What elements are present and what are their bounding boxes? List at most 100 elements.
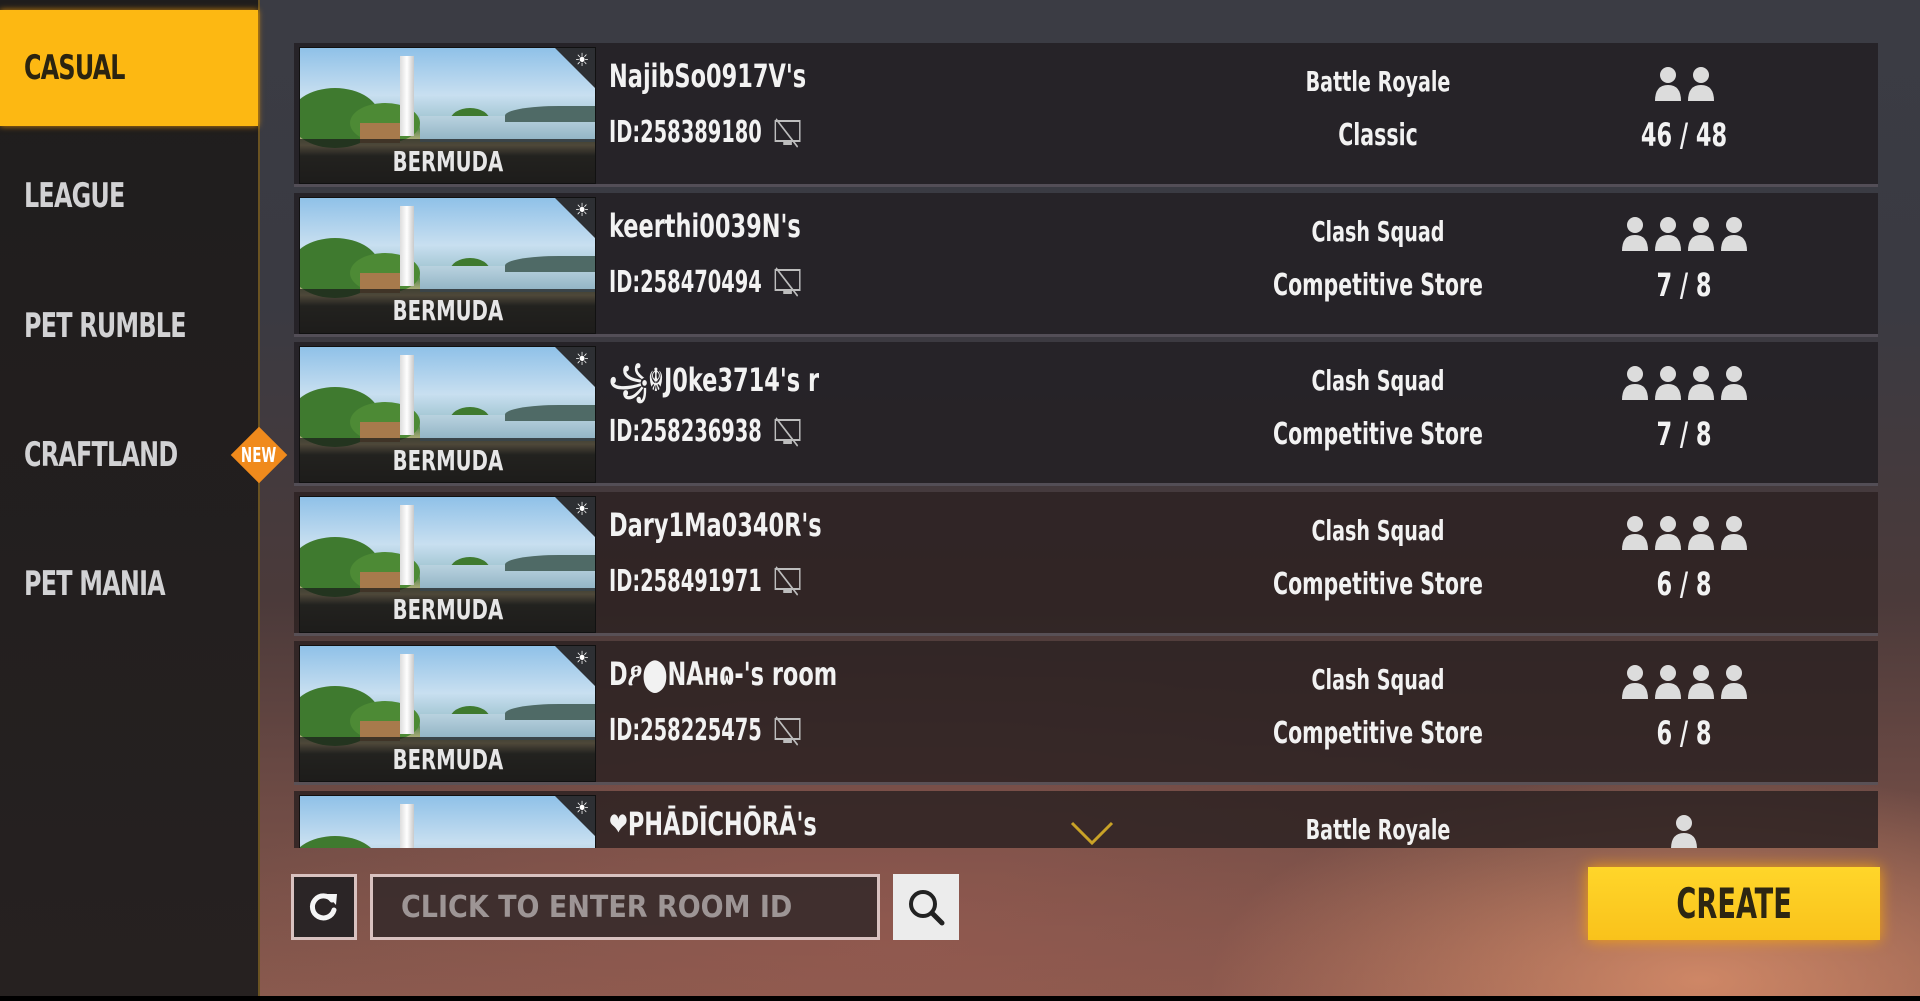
person-icon <box>1720 665 1747 699</box>
no-spectate-icon <box>774 416 801 447</box>
sidebar-item-label: PET MANIA <box>24 564 166 604</box>
person-icon <box>1621 216 1648 251</box>
player-icons <box>1584 514 1784 550</box>
room-name: ❤PHĀDĪCHŌRĀ's <box>609 804 817 843</box>
room-id: ID:258225475 <box>609 713 762 748</box>
player-icons <box>1584 813 1784 848</box>
sun-icon: ☀ <box>574 349 590 370</box>
game-mode: Clash Squad <box>1311 663 1445 696</box>
game-submode: Classic <box>1338 118 1418 153</box>
sidebar-item-label: CRAFTLAND <box>24 435 178 475</box>
map-thumbnail: ☀ BERMUDA <box>299 794 596 848</box>
map-name: BERMUDA <box>392 742 503 776</box>
create-room-button[interactable]: CREATE <box>1588 867 1880 940</box>
no-spectate-icon <box>774 566 801 596</box>
room-id: ID:258470494 <box>609 264 762 300</box>
map-name: BERMUDA <box>392 443 503 477</box>
room-id: ID:258236938 <box>609 414 762 449</box>
player-icons <box>1584 364 1784 400</box>
mode-sidebar: CASUAL LEAGUE PET RUMBLE CRAFTLAND PET M… <box>0 0 260 996</box>
sun-icon: ☀ <box>574 50 590 71</box>
player-count: 7 / 8 <box>1656 265 1712 304</box>
game-mode: Battle Royale <box>1305 65 1451 98</box>
room-row[interactable]: ☀ BERMUDA NajibSo0917V's ID:258389180 Ba… <box>294 43 1878 187</box>
map-thumbnail: ☀ BERMUDA <box>299 196 596 334</box>
game-mode: Clash Squad <box>1311 214 1445 248</box>
person-icon <box>1654 216 1681 251</box>
player-icons <box>1584 663 1784 699</box>
person-icon <box>1720 366 1747 400</box>
room-row[interactable]: ☀ BERMUDA ❤PHĀDĪCHŌRĀ's Battle Royale <box>294 790 1878 848</box>
room-id-input[interactable] <box>370 874 880 940</box>
create-label: CREATE <box>1676 879 1792 928</box>
player-icons <box>1584 65 1784 101</box>
game-mode: Clash Squad <box>1311 513 1445 547</box>
room-list[interactable]: ☀ BERMUDA NajibSo0917V's ID:258389180 Ba… <box>294 43 1878 848</box>
room-id: ID:258491971 <box>609 563 762 599</box>
sidebar-item-label: CASUAL <box>24 48 125 88</box>
map-name: BERMUDA <box>392 593 503 626</box>
room-name: NajibSo0917V's <box>609 57 807 95</box>
refresh-icon <box>309 893 337 921</box>
person-icon <box>1687 366 1714 400</box>
no-spectate-icon <box>774 715 801 746</box>
room-name: ꧁☬J0ke3714's r <box>609 361 820 399</box>
sidebar-item-label: PET RUMBLE <box>24 306 187 346</box>
sun-icon: ☀ <box>574 199 590 221</box>
map-name: BERMUDA <box>392 294 503 327</box>
game-submode: Competitive Store <box>1273 267 1483 303</box>
player-count: 7 / 8 <box>1656 415 1712 453</box>
game-mode: Battle Royale <box>1305 812 1451 846</box>
sidebar-item-craftland[interactable]: CRAFTLAND <box>0 397 258 513</box>
map-thumbnail: ☀ BERMUDA <box>299 346 596 483</box>
person-icon <box>1720 515 1747 550</box>
person-icon <box>1654 515 1681 550</box>
chevron-down-icon[interactable] <box>1070 821 1114 847</box>
person-icon <box>1687 216 1714 251</box>
no-spectate-icon <box>774 267 801 297</box>
person-icon <box>1687 515 1714 550</box>
person-icon <box>1687 67 1714 101</box>
person-icon <box>1720 216 1747 251</box>
sidebar-item-casual[interactable]: CASUAL <box>0 10 258 126</box>
game-mode: Clash Squad <box>1311 364 1445 397</box>
sun-icon: ☀ <box>574 498 590 520</box>
sun-icon: ☀ <box>574 648 590 669</box>
person-icon <box>1671 814 1697 848</box>
player-count: 6 / 8 <box>1656 564 1712 603</box>
room-row[interactable]: ☀ BERMUDA keerthi0039N's ID:258470494 Cl… <box>294 192 1878 337</box>
person-icon <box>1654 366 1681 400</box>
sidebar-item-pet-rumble[interactable]: PET RUMBLE <box>0 268 258 384</box>
new-badge: NEW <box>230 426 288 484</box>
player-count: 6 / 8 <box>1656 714 1712 752</box>
person-icon <box>1654 67 1681 101</box>
room-name: Dፆ⬤NAʜɷ-'s room <box>609 655 838 693</box>
map-thumbnail: ☀ BERMUDA <box>299 645 596 782</box>
refresh-button[interactable] <box>291 874 357 940</box>
player-icons <box>1584 215 1784 251</box>
game-submode: Competitive Store <box>1273 716 1483 751</box>
sidebar-item-league[interactable]: LEAGUE <box>0 138 258 254</box>
map-name: BERMUDA <box>392 144 503 178</box>
person-icon <box>1621 366 1648 400</box>
map-thumbnail: ☀ BERMUDA <box>299 47 596 184</box>
sun-icon: ☀ <box>574 797 590 819</box>
room-row[interactable]: ☀ BERMUDA ꧁☬J0ke3714's r ID:258236938 Cl… <box>294 342 1878 486</box>
game-submode: Competitive Store <box>1273 566 1483 602</box>
player-count: 46 / 48 <box>1640 116 1728 154</box>
room-id: ID:258389180 <box>609 115 762 150</box>
sidebar-item-pet-mania[interactable]: PET MANIA <box>0 526 258 642</box>
room-row[interactable]: ☀ BERMUDA Dፆ⬤NAʜɷ-'s room ID:258225475 C… <box>294 641 1878 785</box>
person-icon <box>1687 665 1714 699</box>
no-spectate-icon <box>774 117 801 148</box>
search-button[interactable] <box>893 874 959 940</box>
person-icon <box>1654 665 1681 699</box>
game-submode: Competitive Store <box>1273 417 1483 452</box>
room-row[interactable]: ☀ BERMUDA Dary1Ma0340R's ID:258491971 Cl… <box>294 491 1878 636</box>
person-icon <box>1621 665 1648 699</box>
sidebar-item-label: LEAGUE <box>24 176 125 216</box>
bottom-strip <box>0 996 1920 1001</box>
search-icon <box>909 890 945 926</box>
room-name: keerthi0039N's <box>609 206 801 245</box>
person-icon <box>1621 515 1648 550</box>
